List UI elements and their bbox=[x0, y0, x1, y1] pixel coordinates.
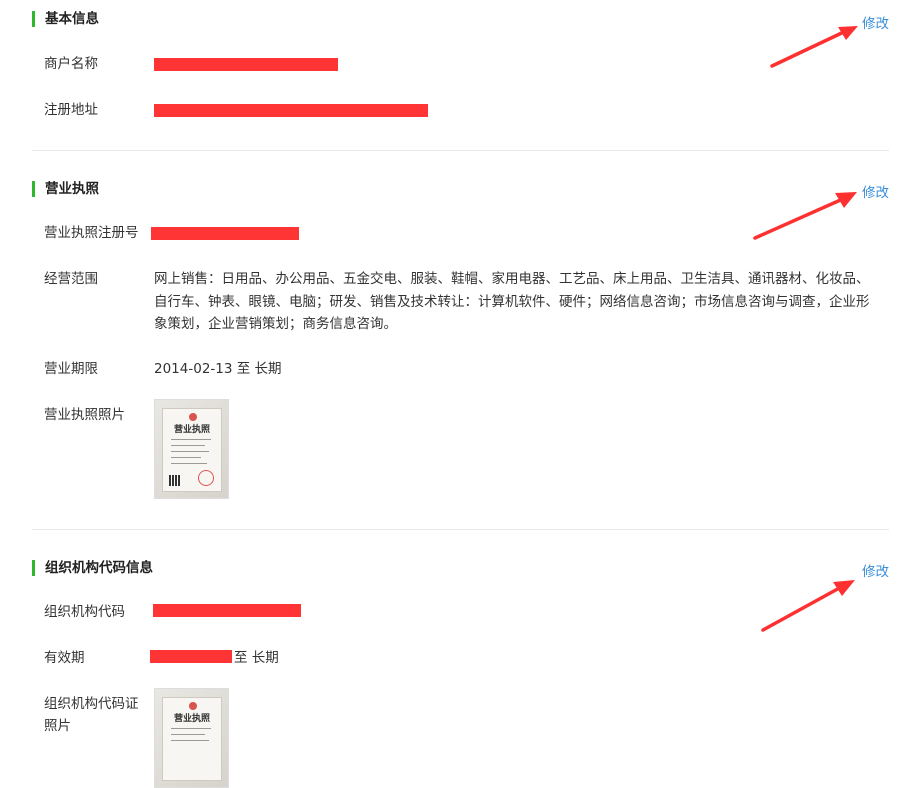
text-line bbox=[171, 439, 211, 440]
text-line bbox=[171, 463, 207, 464]
license-photo-thumbnail[interactable]: 营业执照 bbox=[154, 399, 229, 499]
text-line bbox=[171, 457, 201, 458]
section-title-basic-info: 基本信息 bbox=[32, 11, 99, 27]
license-photo-label: 营业执照照片 bbox=[44, 407, 125, 423]
certificate-title: 营业执照 bbox=[173, 425, 210, 435]
merchant-name-redaction bbox=[154, 58, 338, 71]
section-divider bbox=[32, 529, 889, 530]
org-code-photo-label: 组织机构代码证照片 bbox=[44, 696, 139, 734]
license-number-redaction bbox=[151, 227, 299, 240]
certificate-title: 营业执照 bbox=[173, 714, 210, 724]
registered-address-redaction bbox=[154, 104, 428, 117]
edit-business-license-link[interactable]: 修改 bbox=[862, 181, 889, 201]
text-line bbox=[171, 728, 211, 729]
business-period-label: 营业期限 bbox=[44, 361, 98, 377]
business-scope-label: 经营范围 bbox=[44, 271, 98, 287]
org-code-redaction bbox=[153, 604, 301, 617]
section-divider bbox=[32, 150, 889, 151]
annotation-arrow-icon bbox=[761, 580, 855, 632]
section-title-org-code: 组织机构代码信息 bbox=[32, 560, 153, 576]
annotation-arrow-icon bbox=[770, 26, 858, 68]
national-emblem-icon bbox=[189, 702, 197, 710]
text-line bbox=[171, 734, 205, 735]
section-title-business-license: 营业执照 bbox=[32, 181, 99, 197]
annotation-arrow-icon bbox=[753, 192, 857, 240]
validity-label: 有效期 bbox=[44, 650, 85, 666]
text-line bbox=[171, 451, 209, 452]
license-number-label: 营业执照注册号 bbox=[44, 225, 139, 241]
qr-code-icon bbox=[169, 475, 180, 486]
business-period-value: 2014-02-13 至 长期 bbox=[154, 361, 282, 377]
certificate-paper: 营业执照 bbox=[162, 408, 222, 492]
business-scope-value: 网上销售：日用品、办公用品、五金交电、服装、鞋帽、家用电器、工艺品、床上用品、卫… bbox=[154, 271, 870, 332]
national-emblem-icon bbox=[189, 413, 197, 421]
merchant-name-label: 商户名称 bbox=[44, 56, 98, 72]
registered-address-label: 注册地址 bbox=[44, 102, 98, 118]
org-code-label: 组织机构代码 bbox=[44, 604, 125, 620]
org-code-photo-thumbnail[interactable]: 营业执照 bbox=[154, 688, 229, 788]
text-line bbox=[171, 445, 205, 446]
edit-org-code-link[interactable]: 修改 bbox=[862, 560, 889, 580]
certificate-paper: 营业执照 bbox=[162, 697, 222, 781]
text-line bbox=[171, 740, 209, 741]
validity-suffix: 至 长期 bbox=[234, 650, 279, 666]
validity-start-redaction bbox=[150, 650, 232, 663]
red-stamp-icon bbox=[198, 470, 214, 486]
